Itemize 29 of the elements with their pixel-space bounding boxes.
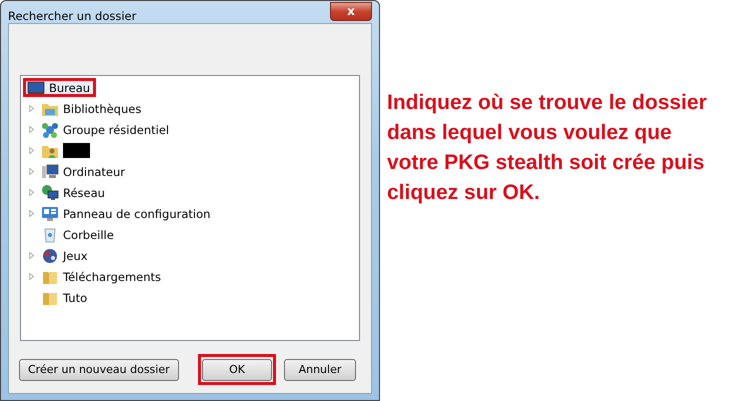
tree-item[interactable]: Téléchargements (63, 270, 162, 284)
instruction-text: Indiquez où se trouve le dossier dans lequel vous voulez que votre PKG stealth soit crée puis cliquez sur OK. (387, 90, 708, 206)
window-title: Rechercher un dossier (8, 9, 138, 23)
tree-item[interactable]: Panneau de configuration (63, 206, 210, 220)
tree-item[interactable]: Groupe résidentiel (63, 122, 170, 136)
tree-item[interactable]: Réseau (63, 186, 105, 200)
new-folder-button[interactable]: Créer un nouveau dossier (19, 358, 179, 380)
expand-arrow-icon[interactable] (29, 125, 35, 134)
globe-monitor-icon (41, 184, 59, 202)
expand-arrow-icon[interactable] (29, 251, 35, 260)
tree-item[interactable]: Jeux (63, 248, 88, 262)
expand-arrow-icon[interactable] (29, 188, 35, 197)
expand-arrow-icon[interactable] (29, 146, 35, 155)
tree-item[interactable]: Corbeille (63, 228, 114, 242)
expand-arrow-icon[interactable] (29, 104, 35, 113)
ok-button[interactable]: OK (202, 358, 272, 380)
tree-item[interactable]: Ordinateur (63, 164, 126, 178)
close-button[interactable]: x (330, 2, 372, 21)
tree-item[interactable]: Bibliothèques (63, 102, 142, 116)
control-panel-icon (41, 204, 59, 222)
monitor-icon (27, 78, 45, 96)
tree-item[interactable]: Tuto (63, 290, 88, 304)
computer-icon (41, 162, 59, 180)
expand-arrow-icon[interactable] (29, 209, 35, 218)
network-nodes-icon (41, 120, 59, 138)
expand-arrow-icon[interactable] (29, 272, 35, 281)
games-icon (41, 246, 59, 264)
cancel-button[interactable]: Annuler (284, 358, 356, 380)
expand-arrow-icon[interactable] (29, 167, 35, 176)
